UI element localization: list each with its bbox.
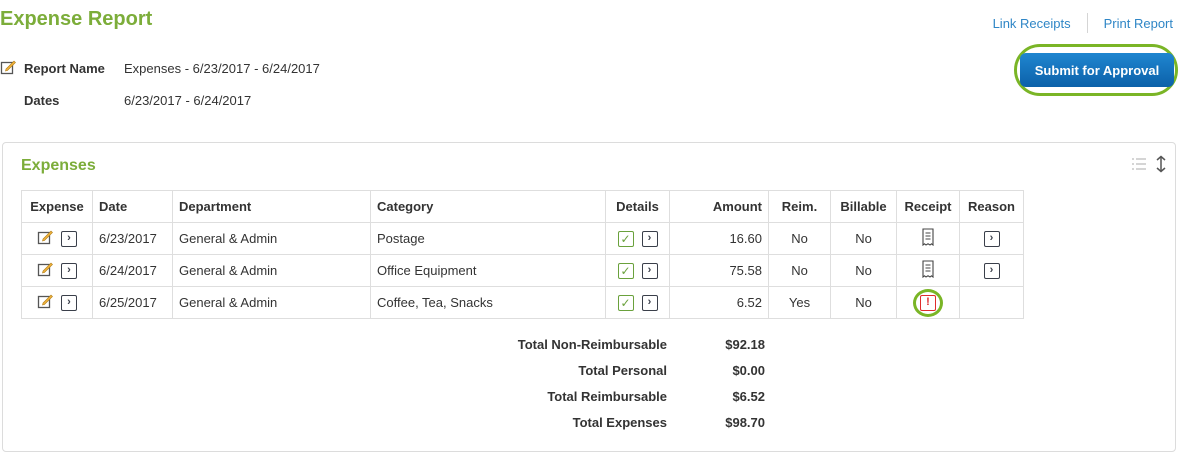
open-expense-icon[interactable]: › [61, 294, 77, 311]
col-category[interactable]: Category [370, 190, 606, 223]
dates-value: 6/23/2017 - 6/24/2017 [124, 92, 252, 108]
receipt-cell [896, 222, 960, 255]
total-value: $0.00 [732, 362, 765, 378]
dates-row: Dates 6/23/2017 - 6/24/2017 [0, 84, 320, 116]
link-receipts-link[interactable]: Link Receipts [993, 16, 1071, 31]
report-meta: Report Name Expenses - 6/23/2017 - 6/24/… [0, 52, 320, 116]
details-check-icon: ✓ [617, 262, 634, 279]
cell-billable: No [830, 286, 897, 319]
missing-receipt-warning-icon[interactable]: ! [920, 294, 936, 311]
cell-category: Office Equipment [370, 254, 606, 287]
cell-billable: No [830, 254, 897, 287]
table-header-row: Expense Date Department Category Details… [21, 190, 1024, 223]
edit-expense-icon[interactable] [37, 293, 53, 312]
edit-expense-icon[interactable] [37, 229, 53, 248]
receipt-icon[interactable] [922, 228, 934, 249]
expenses-section-title: Expenses [21, 157, 96, 174]
open-details-icon[interactable]: › [641, 262, 658, 279]
total-row: Total Non-Reimbursable $92.18 [403, 331, 765, 357]
header-links: Link Receipts Print Report [993, 13, 1173, 33]
cell-billable: No [830, 222, 897, 255]
cell-amount: 16.60 [669, 222, 769, 255]
expense-actions-cell: › [21, 286, 93, 319]
total-value: $92.18 [725, 336, 765, 352]
totals-summary: Total Non-Reimbursable $92.18 Total Pers… [403, 331, 765, 435]
sort-arrows-icon[interactable] [1155, 155, 1167, 176]
cell-date: 6/25/2017 [92, 286, 173, 319]
edit-expense-icon[interactable] [37, 261, 53, 280]
expense-actions-cell: › [21, 254, 93, 287]
cell-date: 6/24/2017 [92, 254, 173, 287]
cell-reim: No [768, 222, 831, 255]
table-row[interactable]: › 6/24/2017 General & Admin Office Equip… [21, 254, 1024, 287]
col-date[interactable]: Date [92, 190, 173, 223]
col-receipt[interactable]: Receipt [896, 190, 960, 223]
link-separator [1086, 13, 1088, 33]
missing-receipt-highlight-ring: ! [913, 288, 943, 317]
col-details[interactable]: Details [605, 190, 670, 223]
details-cell: ✓ › [605, 222, 670, 255]
expenses-table: Expense Date Department Category Details… [21, 190, 1024, 319]
expense-actions-cell: › [21, 222, 93, 255]
expenses-panel: Expenses Expense Date Department Categor… [2, 142, 1176, 452]
edit-report-icon[interactable] [0, 59, 16, 78]
total-label: Total Non-Reimbursable [517, 336, 667, 352]
cell-department: General & Admin [172, 286, 371, 319]
details-check-icon: ✓ [617, 294, 634, 311]
col-reason[interactable]: Reason [959, 190, 1024, 223]
details-cell: ✓ › [605, 254, 670, 287]
total-label: Total Expenses [572, 414, 667, 430]
total-row: Total Reimbursable $6.52 [403, 383, 765, 409]
col-reim[interactable]: Reim. [768, 190, 831, 223]
dates-label: Dates [24, 92, 60, 108]
cell-date: 6/23/2017 [92, 222, 173, 255]
report-name-row: Report Name Expenses - 6/23/2017 - 6/24/… [0, 52, 320, 84]
open-expense-icon[interactable]: › [61, 262, 77, 279]
total-label: Total Reimbursable [547, 388, 667, 404]
cell-department: General & Admin [172, 222, 371, 255]
total-label: Total Personal [578, 362, 667, 378]
open-reason-icon[interactable]: › [983, 262, 1000, 279]
receipt-icon[interactable] [922, 260, 934, 281]
open-details-icon[interactable]: › [641, 230, 658, 247]
cell-amount: 6.52 [669, 286, 769, 319]
cell-category: Coffee, Tea, Snacks [370, 286, 606, 319]
cell-reim: Yes [768, 286, 831, 319]
report-name-label: Report Name [24, 60, 105, 76]
reason-cell [959, 286, 1024, 319]
open-reason-icon[interactable]: › [983, 230, 1000, 247]
cell-department: General & Admin [172, 254, 371, 287]
total-value: $6.52 [732, 388, 765, 404]
open-details-icon[interactable]: › [641, 294, 658, 311]
cell-category: Postage [370, 222, 606, 255]
table-row[interactable]: › 6/23/2017 General & Admin Postage ✓ › … [21, 222, 1024, 255]
cell-amount: 75.58 [669, 254, 769, 287]
page-title: Expense Report [0, 8, 153, 30]
list-view-icon[interactable] [1131, 157, 1147, 174]
details-check-icon: ✓ [617, 230, 634, 247]
receipt-cell: ! [896, 286, 960, 319]
reason-cell: › [959, 222, 1024, 255]
total-value: $98.70 [725, 414, 765, 430]
col-amount[interactable]: Amount [669, 190, 769, 223]
cell-reim: No [768, 254, 831, 287]
col-billable[interactable]: Billable [830, 190, 897, 223]
print-report-link[interactable]: Print Report [1104, 16, 1173, 31]
receipt-cell [896, 254, 960, 287]
col-expense[interactable]: Expense [21, 190, 93, 223]
total-row: Total Expenses $98.70 [403, 409, 765, 435]
table-row[interactable]: › 6/25/2017 General & Admin Coffee, Tea,… [21, 286, 1024, 319]
col-department[interactable]: Department [172, 190, 371, 223]
submit-for-approval-button[interactable]: Submit for Approval [1020, 53, 1174, 87]
details-cell: ✓ › [605, 286, 670, 319]
total-row: Total Personal $0.00 [403, 357, 765, 383]
panel-tools [1131, 155, 1167, 176]
report-name-value: Expenses - 6/23/2017 - 6/24/2017 [124, 60, 320, 76]
reason-cell: › [959, 254, 1024, 287]
open-expense-icon[interactable]: › [61, 230, 77, 247]
